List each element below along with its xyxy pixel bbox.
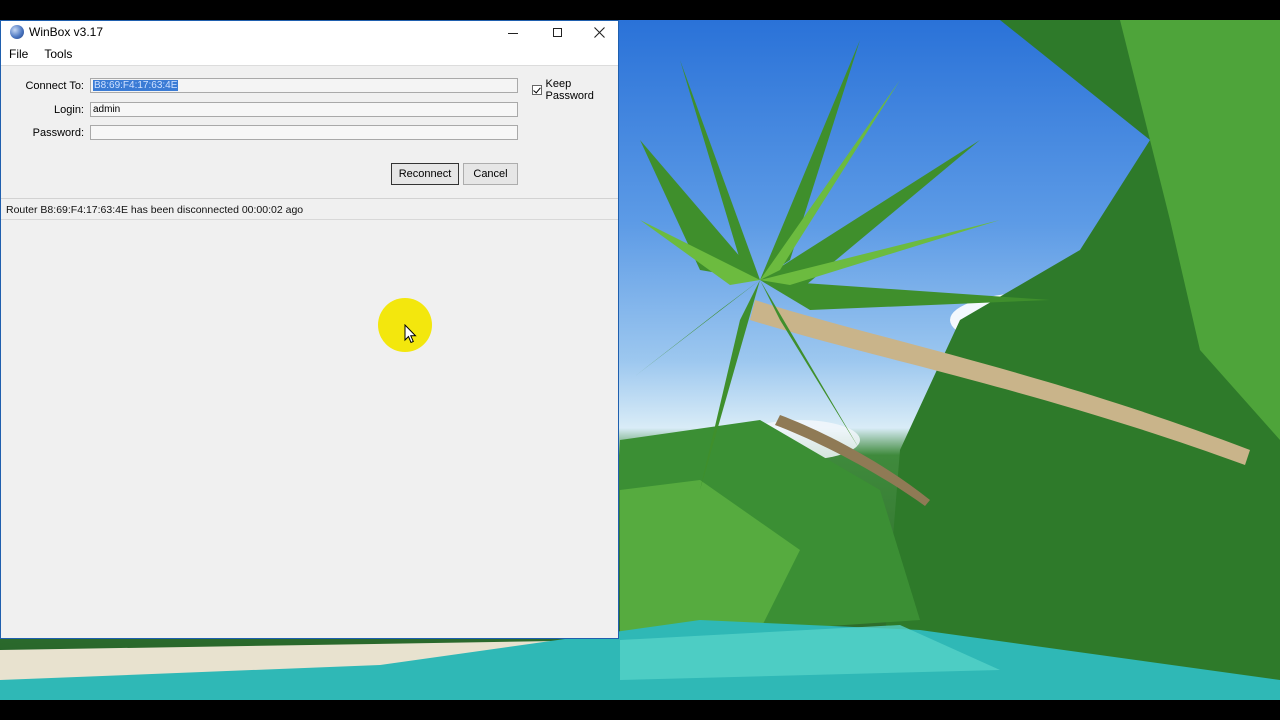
maximize-icon — [552, 27, 562, 37]
status-log: Router B8:69:F4:17:63:4E has been discon… — [1, 199, 618, 220]
checkbox-checked-icon — [532, 85, 542, 95]
winbox-logo-icon — [10, 25, 24, 39]
login-value: admin — [93, 104, 121, 115]
maximize-button[interactable] — [535, 21, 579, 43]
mouse-pointer-icon — [404, 324, 417, 344]
keep-password-checkbox[interactable]: Keep Password — [532, 78, 618, 102]
close-icon — [593, 26, 605, 38]
title-bar[interactable]: WinBox v3.17 — [1, 21, 618, 43]
connect-to-input[interactable]: B8:69:F4:17:63:4E — [90, 78, 518, 93]
cancel-button[interactable]: Cancel — [463, 163, 518, 185]
password-label: Password: — [32, 127, 84, 139]
login-input[interactable]: admin — [90, 102, 518, 117]
connect-to-value: B8:69:F4:17:63:4E — [93, 80, 179, 91]
winbox-window: WinBox v3.17 File Tools Connect To: B8:6… — [0, 20, 619, 639]
minimize-button[interactable] — [491, 21, 535, 43]
connection-form: Connect To: B8:69:F4:17:63:4E Login: adm… — [1, 66, 618, 199]
menu-tools[interactable]: Tools — [36, 47, 80, 61]
close-button[interactable] — [577, 21, 621, 43]
password-input[interactable] — [90, 125, 518, 140]
reconnect-button[interactable]: Reconnect — [391, 163, 459, 185]
keep-password-label: Keep Password — [545, 78, 594, 102]
connect-to-label: Connect To: — [25, 80, 84, 92]
minimize-icon — [508, 32, 518, 34]
login-label: Login: — [54, 104, 84, 116]
menu-file[interactable]: File — [1, 47, 36, 61]
window-title: WinBox v3.17 — [29, 25, 104, 39]
status-message: Router B8:69:F4:17:63:4E has been discon… — [6, 204, 304, 216]
screen-bottom-bar — [0, 700, 1280, 720]
menu-bar: File Tools — [1, 43, 618, 66]
